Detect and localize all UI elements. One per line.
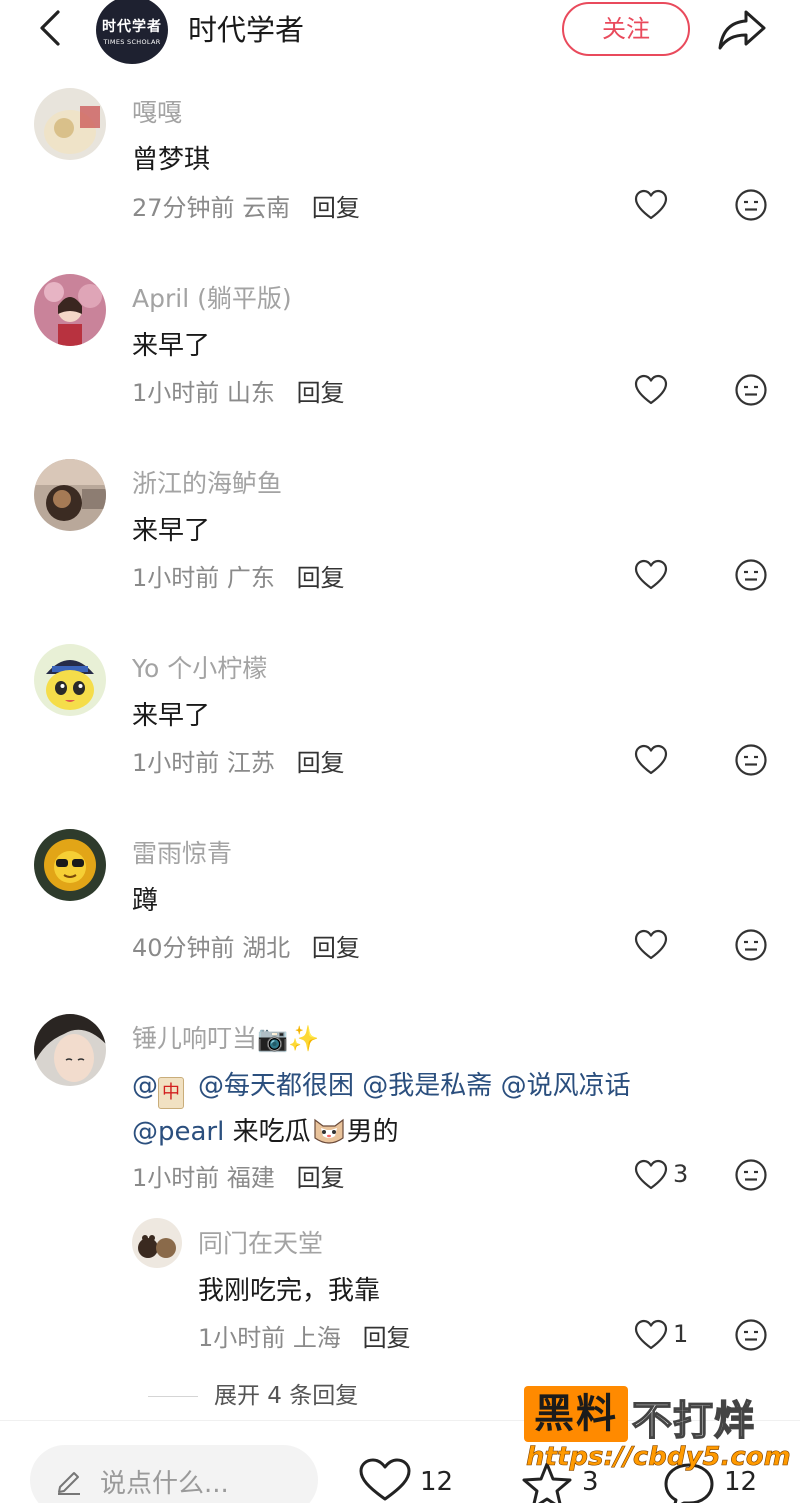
reply-button[interactable]: 回复 (297, 1164, 345, 1192)
reply-button[interactable]: 回复 (312, 194, 360, 222)
username[interactable]: April (躺平版) (132, 279, 292, 315)
emoji-react-icon[interactable] (734, 743, 768, 777)
divider (148, 1396, 198, 1397)
username[interactable]: 嘎嘎 (132, 93, 182, 129)
cat-emoji-icon (314, 1118, 344, 1144)
expand-replies-label: 展开 4 条回复 (214, 1383, 359, 1409)
mention-link[interactable]: @pearl (132, 1117, 224, 1147)
comment-location: 山东 (226, 379, 275, 407)
watermark-url: https://cbdy5.com (526, 1442, 791, 1473)
heart-icon[interactable] (634, 189, 668, 221)
comment-location: 福建 (226, 1164, 275, 1192)
comment-time: 27分钟前 (132, 194, 235, 222)
watermark: 黑料 不打烊 https://cbdy5.com (524, 1386, 791, 1476)
avatar[interactable] (34, 644, 106, 716)
avatar[interactable] (132, 1218, 182, 1268)
heart-icon[interactable] (634, 929, 668, 961)
reply-button[interactable]: 回复 (297, 379, 345, 407)
comment-text: 男的 (346, 1117, 399, 1147)
heart-icon[interactable] (634, 559, 668, 591)
comment-time: 1小时前 (132, 379, 220, 407)
emoji-react-icon[interactable] (734, 928, 768, 962)
emoji-react-icon[interactable] (734, 558, 768, 592)
comment-text: 曾梦琪 (132, 145, 211, 175)
comment-time: 1小时前 (132, 1164, 220, 1192)
heart-icon[interactable] (634, 1319, 668, 1351)
comment-time: 1小时前 (132, 749, 220, 777)
top-bar: 时代学者 TIMES SCHOLAR 时代学者 关注 (0, 0, 800, 80)
comment-location: 广东 (226, 564, 275, 592)
comment-text: 蹲 (132, 886, 159, 916)
logo-text: 时代学者 (102, 19, 162, 35)
username[interactable]: 雷雨惊青 (132, 834, 232, 870)
username[interactable]: 锤儿响叮当📷✨ (132, 1019, 319, 1055)
comment-meta: 27分钟前 云南 回复 (132, 188, 360, 223)
follow-button[interactable]: 关注 (562, 2, 690, 56)
emoji-react-icon[interactable] (734, 373, 768, 407)
account-avatar[interactable]: 时代学者 TIMES SCHOLAR (96, 0, 168, 64)
comment-location: 上海 (292, 1324, 341, 1352)
chevron-left-icon[interactable] (32, 6, 72, 50)
emoji-react-icon[interactable] (734, 188, 768, 222)
like-count: 3 (673, 1160, 689, 1188)
comment-location: 湖北 (242, 934, 291, 962)
mention-link[interactable]: @ (132, 1071, 158, 1101)
avatar[interactable] (34, 829, 106, 901)
username[interactable]: 浙江的海鲈鱼 (132, 464, 282, 500)
like-count: 12 (420, 1467, 454, 1497)
comment-meta: 1小时前 福建 回复 (132, 1158, 345, 1193)
account-name[interactable]: 时代学者 (188, 7, 304, 49)
reply-button[interactable]: 回复 (297, 749, 345, 777)
watermark-text: 不打烊 (631, 1397, 755, 1445)
avatar[interactable] (34, 88, 106, 160)
avatar[interactable] (34, 274, 106, 346)
reply-button[interactable]: 回复 (312, 934, 360, 962)
comment-text: 来早了 (132, 331, 211, 361)
comment-meta: 1小时前 广东 回复 (132, 558, 345, 593)
comment-location: 江苏 (226, 749, 275, 777)
avatar[interactable] (34, 459, 106, 531)
like-icon[interactable] (358, 1457, 412, 1503)
logo-subtext: TIMES SCHOLAR (103, 38, 161, 46)
mention-link[interactable]: @每天都很困 (198, 1071, 354, 1101)
username-text: 锤儿响叮当 (132, 1024, 258, 1053)
mention-link[interactable]: @我是私斋 (362, 1071, 492, 1101)
comment-meta: 1小时前 上海 回复 (198, 1318, 411, 1353)
input-placeholder: 说点什么... (100, 1469, 229, 1499)
like-count: 1 (673, 1320, 689, 1348)
watermark-box: 黑料 (524, 1386, 628, 1442)
comment-time: 40分钟前 (132, 934, 235, 962)
emoji-react-icon[interactable] (734, 1158, 768, 1192)
camera-sparkle-emoji: 📷✨ (257, 1024, 320, 1053)
heart-icon[interactable] (634, 374, 668, 406)
comment-time: 1小时前 (198, 1324, 286, 1352)
comment-text: 来早了 (132, 516, 211, 546)
comment-text-line1: @ 中 @每天都很困 @我是私斋 @说风凉话 (132, 1065, 631, 1109)
comment-time: 1小时前 (132, 564, 220, 592)
avatar[interactable] (34, 1014, 106, 1086)
comment-meta: 40分钟前 湖北 回复 (132, 928, 360, 963)
emoji-react-icon[interactable] (734, 1318, 768, 1352)
mahjong-tile-emoji: 中 (158, 1077, 184, 1109)
comment-text: 我刚吃完，我靠 (198, 1276, 381, 1306)
username[interactable]: 同门在天堂 (198, 1224, 323, 1260)
pencil-icon (58, 1472, 80, 1495)
heart-icon[interactable] (634, 1159, 668, 1191)
comment-meta: 1小时前 江苏 回复 (132, 743, 345, 778)
comment-text: 来早了 (132, 701, 211, 731)
comment-text-line2: @pearl 来吃瓜 男的 (132, 1111, 399, 1148)
share-icon[interactable] (716, 6, 768, 52)
comment-input[interactable]: 说点什么... (30, 1445, 318, 1503)
comment-text: 来吃瓜 (232, 1117, 311, 1147)
expand-replies-button[interactable]: 展开 4 条回复 (148, 1376, 358, 1410)
comment-meta: 1小时前 山东 回复 (132, 373, 345, 408)
heart-icon[interactable] (634, 744, 668, 776)
username[interactable]: Yo 个小柠檬 (132, 649, 267, 685)
mention-link[interactable]: @说风凉话 (501, 1071, 631, 1101)
comment-location: 云南 (242, 194, 291, 222)
reply-button[interactable]: 回复 (363, 1324, 411, 1352)
reply-button[interactable]: 回复 (297, 564, 345, 592)
